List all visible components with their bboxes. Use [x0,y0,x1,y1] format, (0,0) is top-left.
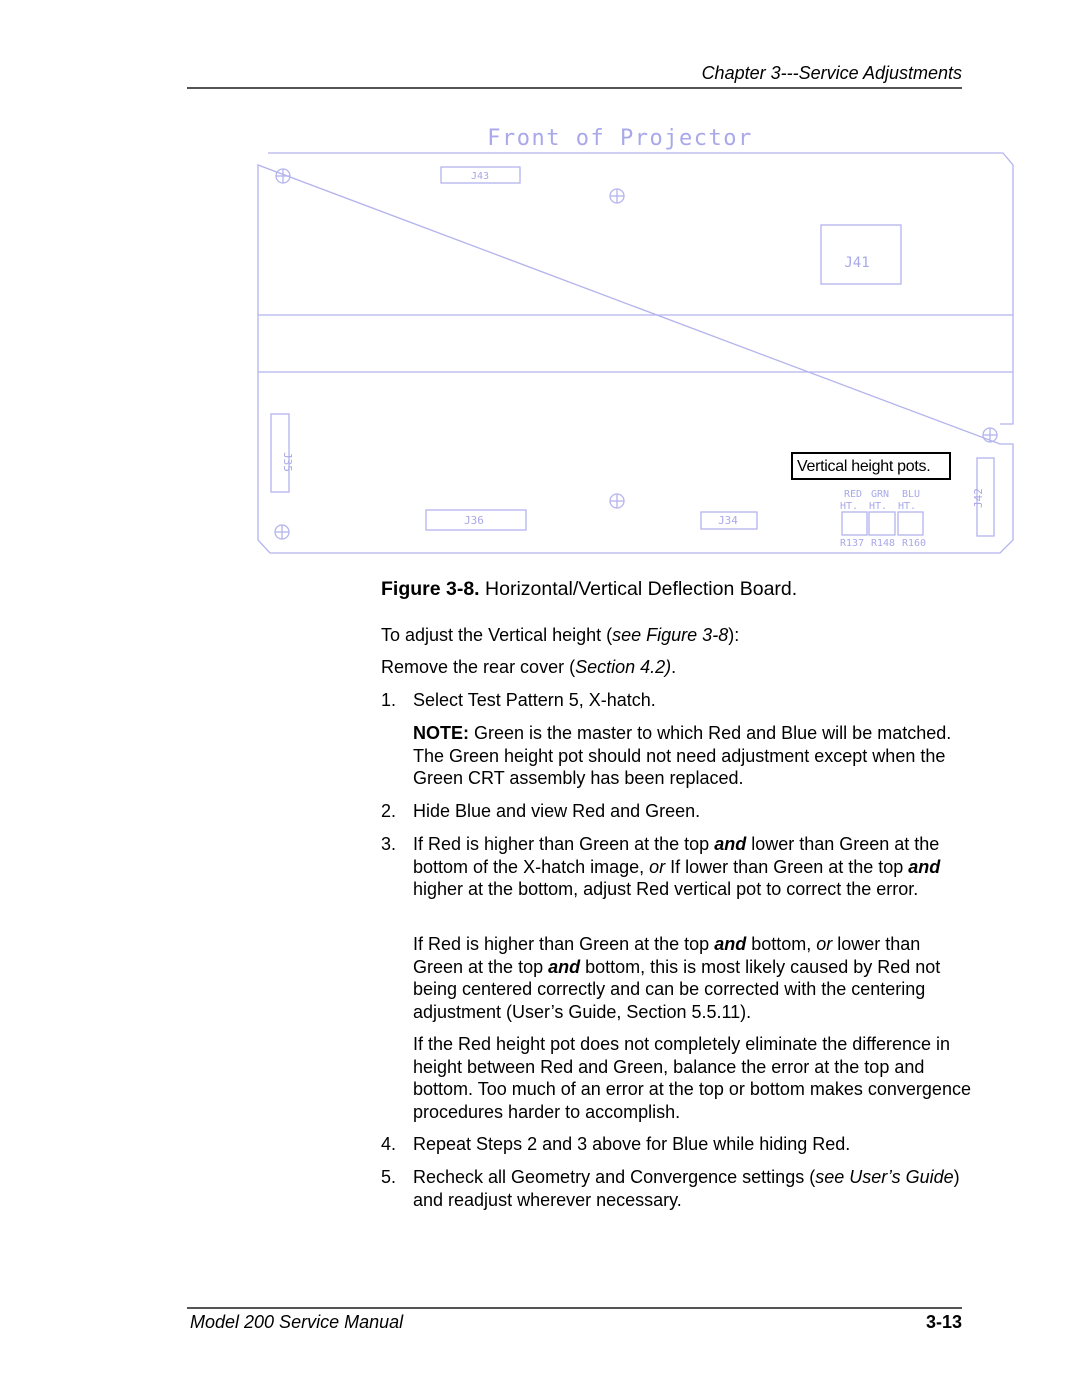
board-outline [257,152,1014,554]
pot-blue-height: BLU HT. R160 [897,489,926,549]
pot-green-height: GRN HT. R148 [868,489,896,549]
section-reference: Section 4.2) [575,657,672,677]
step-4-text: Repeat Steps 2 and 3 above for Blue whil… [413,1134,851,1154]
connector-j43: J43 [440,166,521,184]
svg-text:R160: R160 [902,538,926,549]
svg-text:RED: RED [844,489,862,500]
step-2-text: Hide Blue and view Red and Green. [413,801,701,821]
page-number: 3-13 [925,1312,962,1332]
note-label: NOTE: [413,723,469,743]
manual-title: Model 200 Service Manual [190,1312,404,1332]
connector-j41: J41 [820,224,902,285]
step-number: 4. [381,1134,397,1154]
mounting-hole-icon [609,188,625,204]
note-paragraph: NOTE: Green is the master to which Red a… [413,723,952,788]
svg-text:R148: R148 [871,538,895,549]
step-number: 5. [381,1167,397,1187]
svg-text:GRN: GRN [871,489,889,500]
svg-text:J36: J36 [464,514,484,527]
step-number: 2. [381,801,397,821]
pot-red-height: RED HT. R137 [840,489,868,549]
svg-text:J43: J43 [471,171,489,182]
connector-j34: J34 [700,511,758,530]
figure-number: Figure 3-8. [381,578,480,600]
diagram-title: Front of Projector [487,126,752,151]
footer-rule [187,1307,962,1309]
intro-paragraph: To adjust the Vertical height (see Figur… [381,625,740,645]
svg-text:HT.: HT. [898,501,916,512]
users-guide-reference: see User’s Guide [815,1167,954,1187]
vertical-height-pots-callout: Vertical height pots. [791,452,951,480]
svg-text:HT.: HT. [840,501,858,512]
deflection-board-diagram: Front of Projector J43 J41 J35 J36 J34 J… [257,126,1014,554]
connector-j36: J36 [425,509,527,531]
mounting-hole-icon [609,493,625,509]
step-3-text: If Red is higher than Green at the top a… [413,834,941,899]
figure-reference: see Figure 3-8 [612,625,729,645]
svg-text:J42: J42 [972,488,985,508]
svg-text:HT.: HT. [869,501,887,512]
figure-caption-text: Horizontal/Vertical Deflection Board. [479,578,798,600]
figure-caption: Figure 3-8. Horizontal/Vertical Deflecti… [381,578,797,601]
connector-j42: J42 [972,457,995,537]
step-3-paragraph-2: If Red is higher than Green at the top a… [413,934,941,1022]
step-3-paragraph-3: If the Red height pot does not completel… [413,1034,971,1122]
svg-text:J34: J34 [718,514,738,527]
step-1-text: Select Test Pattern 5, X-hatch. [413,690,656,710]
mounting-hole-icon [275,168,291,184]
svg-text:J35: J35 [281,452,294,472]
connector-j35: J35 [270,413,294,493]
svg-text:BLU: BLU [902,489,920,500]
remove-cover-paragraph: Remove the rear cover (Section 4.2). [381,657,677,677]
mounting-hole-icon [982,427,998,443]
step-number: 1. [381,690,397,710]
svg-text:J41: J41 [844,255,869,271]
svg-text:R137: R137 [840,538,864,549]
mounting-hole-icon [274,524,290,540]
step-5-text: Recheck all Geometry and Convergence set… [413,1167,960,1210]
step-number: 3. [381,834,397,854]
